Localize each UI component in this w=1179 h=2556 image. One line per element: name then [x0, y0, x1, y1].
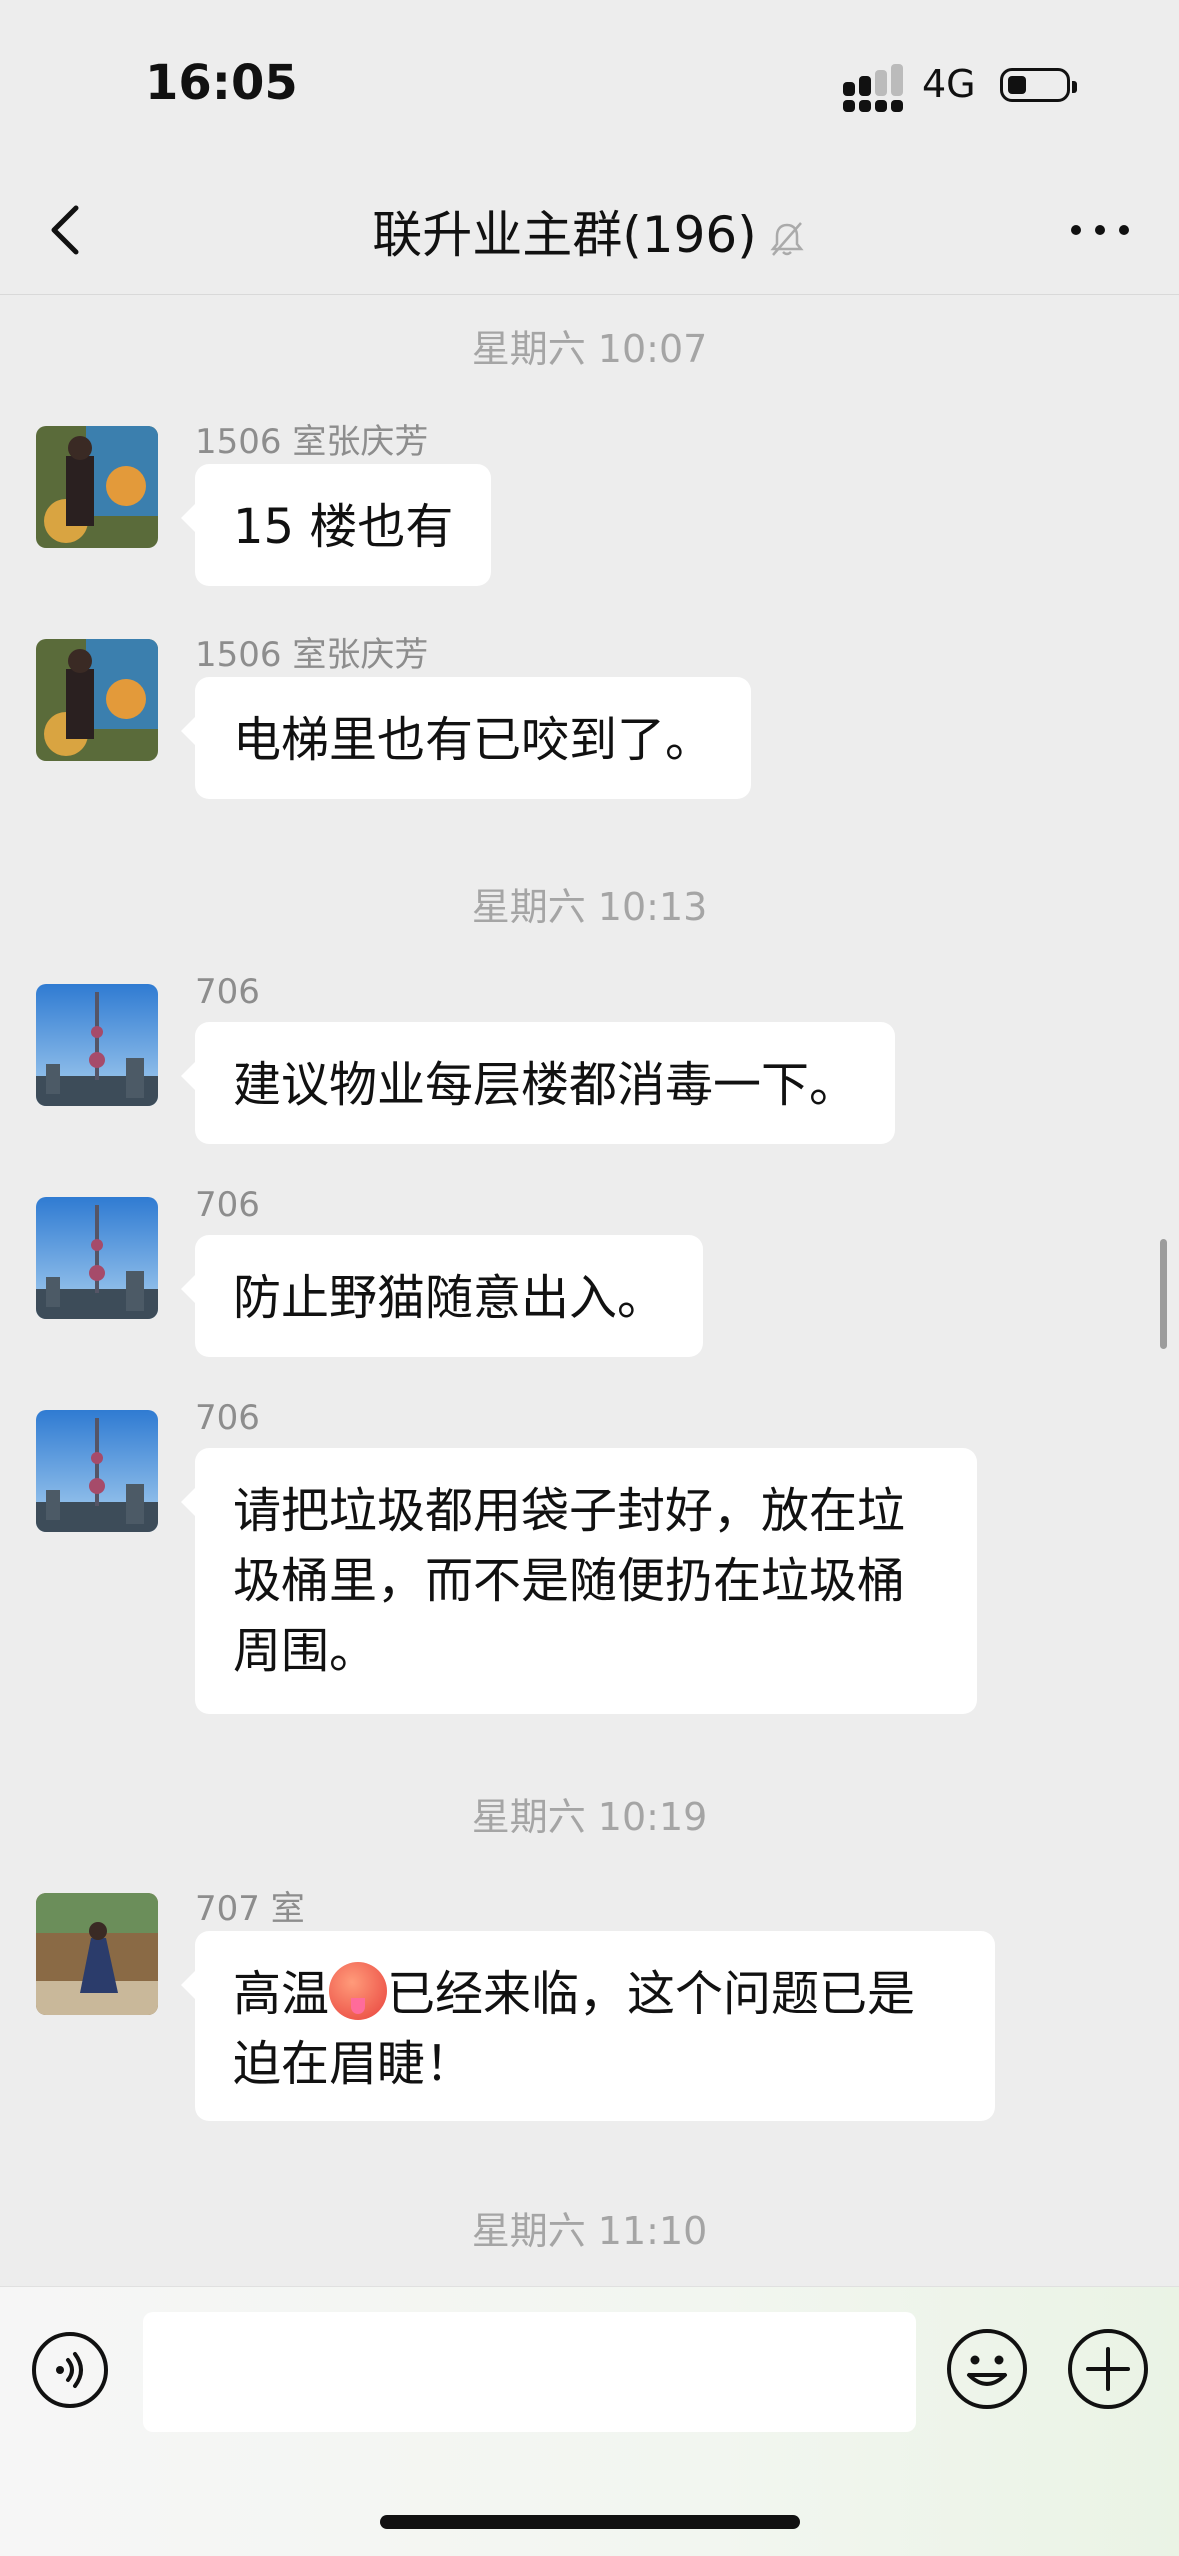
emoji-icon[interactable] [945, 2327, 1029, 2411]
message-text-line: 迫在眉睫！ [233, 2036, 474, 2092]
hot-face-emoji-icon [329, 1962, 388, 2020]
chat-title-text: 联升业主群(196) [372, 206, 757, 264]
avatar[interactable] [36, 1893, 158, 2015]
message-text-line: 圾桶里，而不是随便扔在垃圾桶 [233, 1553, 906, 1609]
sender-name: 1506 室张庆芳 [195, 422, 429, 462]
status-time: 16:05 [145, 55, 298, 111]
message-bubble[interactable]: 请把垃圾都用袋子封好，放在垃 圾桶里，而不是随便扔在垃圾桶 周围。 [181, 1448, 977, 1714]
sender-name: 707 室 [195, 1889, 305, 1929]
timestamp: 星期六 10:07 [471, 327, 708, 371]
input-bar [0, 2286, 1179, 2556]
message-bubble[interactable]: 建议物业每层楼都消毒一下。 [181, 1022, 896, 1144]
message-text-line: 请把垃圾都用袋子封好，放在垃 [233, 1483, 906, 1539]
status-bar: 16:05 4G [0, 0, 1179, 170]
message-text: 高温 [233, 1966, 330, 2022]
message-text-line: 高温 已经来临，这个问题已是 [233, 1959, 957, 2029]
chat-message-list[interactable]: 星期六 10:07 1506 室张庆芳 15 楼也有 1506 室张庆芳 电梯里… [0, 296, 1179, 2286]
message-text: 电梯里也有已咬到了。 [233, 712, 714, 768]
avatar[interactable] [36, 639, 158, 761]
message-input[interactable] [143, 2312, 916, 2432]
sender-name: 706 [195, 972, 260, 1012]
network-label: 4G [922, 62, 976, 106]
message-text: 建议物业每层楼都消毒一下。 [233, 1057, 858, 1113]
timestamp: 星期六 11:10 [471, 2209, 708, 2253]
message-text: 已经来临，这个问题已是 [387, 1966, 916, 2022]
message-bubble[interactable]: 防止野猫随意出入。 [181, 1235, 704, 1357]
message-text-line: 周围。 [233, 1623, 378, 1679]
sender-name: 706 [195, 1185, 260, 1225]
message-bubble[interactable]: 15 楼也有 [181, 464, 492, 586]
avatar[interactable] [36, 1197, 158, 1319]
avatar[interactable] [36, 984, 158, 1106]
message-text: 15 楼也有 [233, 499, 454, 555]
message-text: 防止野猫随意出入。 [233, 1270, 666, 1326]
chat-title: 联升业主群(196) [0, 195, 1179, 267]
voice-icon[interactable] [30, 2330, 110, 2410]
more-options-icon[interactable] [1060, 200, 1140, 260]
message-bubble[interactable]: 电梯里也有已咬到了。 [181, 677, 752, 799]
timestamp: 星期六 10:13 [471, 885, 708, 929]
plus-icon[interactable] [1066, 2327, 1150, 2411]
avatar[interactable] [36, 1410, 158, 1532]
mute-bell-icon [770, 221, 804, 256]
timestamp: 星期六 10:19 [471, 1795, 708, 1839]
scrollbar[interactable] [1160, 1239, 1167, 1349]
message-bubble[interactable]: 高温 已经来临，这个问题已是 迫在眉睫！ [181, 1931, 995, 2121]
signal-icon [843, 64, 907, 112]
home-indicator[interactable] [380, 2515, 800, 2529]
sender-name: 1506 室张庆芳 [195, 635, 429, 675]
chat-header: 联升业主群(196) [0, 170, 1179, 295]
battery-icon [1000, 68, 1077, 102]
avatar[interactable] [36, 426, 158, 548]
sender-name: 706 [195, 1398, 260, 1438]
